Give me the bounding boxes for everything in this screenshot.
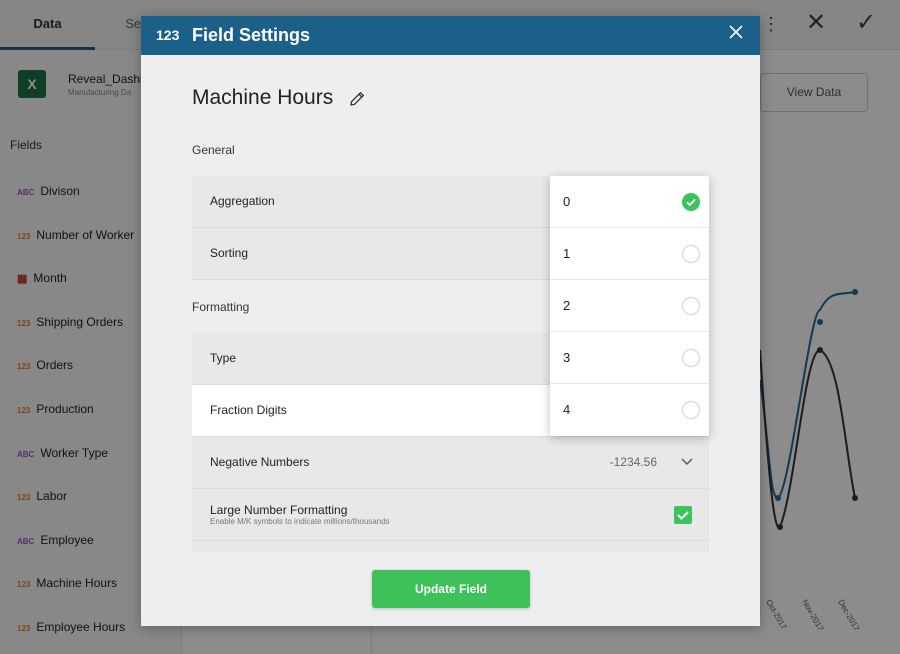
list-overflow-row	[192, 541, 709, 552]
field-name: Machine Hours	[192, 86, 334, 109]
close-icon[interactable]	[728, 23, 744, 46]
option-label: 3	[563, 350, 571, 365]
option-label: 2	[563, 298, 571, 313]
negative-numbers-value: -1234.56	[609, 455, 657, 469]
radio-icon[interactable]	[682, 401, 700, 419]
radio-icon[interactable]	[682, 297, 700, 315]
radio-icon[interactable]	[682, 245, 700, 263]
numeric-type-icon: 123	[156, 27, 180, 43]
negative-numbers-row[interactable]: Negative Numbers -1234.56	[192, 437, 709, 489]
row-label: Sorting	[210, 246, 249, 260]
row-label: Type	[210, 351, 237, 365]
dropdown-option-0[interactable]: 0	[550, 176, 709, 228]
large-number-checkbox[interactable]	[674, 506, 692, 524]
option-label: 1	[563, 246, 571, 261]
row-label: Negative Numbers	[210, 455, 310, 469]
fraction-digits-dropdown: 0 1 2 3 4	[550, 176, 709, 436]
row-label: Fraction Digits	[210, 403, 287, 417]
option-label: 0	[563, 194, 571, 209]
row-label: Large Number Formatting	[210, 503, 348, 517]
dropdown-option-3[interactable]: 3	[550, 332, 709, 384]
update-field-button[interactable]: Update Field	[372, 570, 530, 608]
pencil-icon[interactable]	[348, 90, 366, 108]
section-formatting: Formatting	[192, 300, 250, 314]
radio-selected-icon[interactable]	[682, 193, 700, 211]
dropdown-option-1[interactable]: 1	[550, 228, 709, 280]
large-number-formatting-row[interactable]: Large Number Formatting Enable M/K symbo…	[192, 489, 709, 541]
option-label: 4	[563, 402, 571, 417]
dropdown-option-4[interactable]: 4	[550, 384, 709, 436]
section-general: General	[192, 143, 235, 157]
row-label: Aggregation	[210, 194, 275, 208]
chevron-down-icon[interactable]	[681, 455, 693, 467]
dropdown-option-2[interactable]: 2	[550, 280, 709, 332]
radio-icon[interactable]	[682, 349, 700, 367]
row-description: Enable M/K symbols to indicate millions/…	[210, 517, 390, 526]
dialog-header: 123 Field Settings	[141, 16, 760, 55]
dialog-title: Field Settings	[192, 25, 311, 45]
